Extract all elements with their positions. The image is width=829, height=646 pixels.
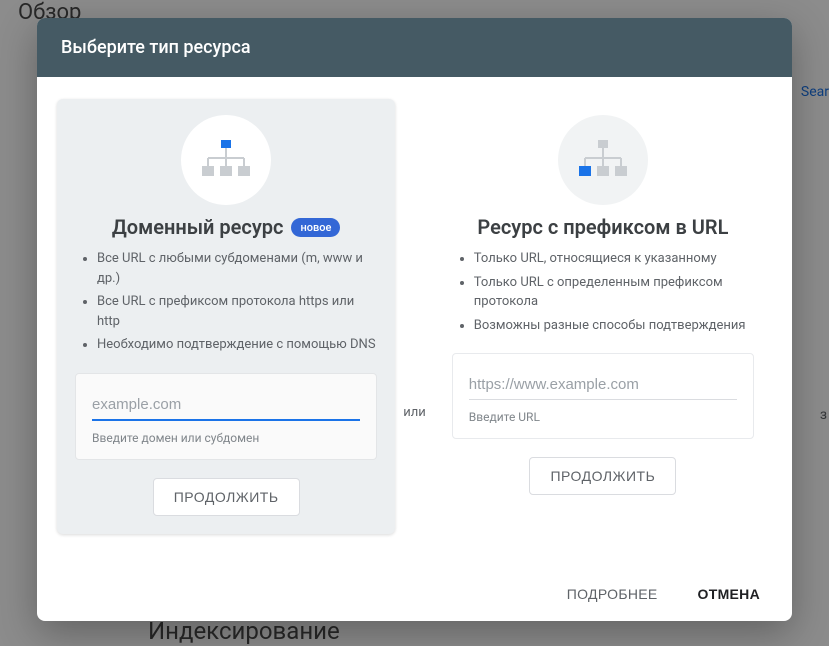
- domain-continue-button[interactable]: ПРОДОЛЖИТЬ: [153, 478, 300, 516]
- list-item: Все URL с любыми субдоменами (m, www и д…: [97, 249, 377, 288]
- url-card-title-row: Ресурс с префиксом в URL: [452, 215, 754, 239]
- domain-card-bullets: Все URL с любыми субдоменами (m, www и д…: [75, 249, 377, 359]
- or-separator: или: [403, 405, 426, 420]
- url-card-title: Ресурс с префиксом в URL: [477, 215, 728, 239]
- list-item: Только URL с определенным префиксом прот…: [474, 273, 754, 312]
- domain-input[interactable]: [92, 392, 360, 421]
- sitemap-icon: [558, 115, 648, 205]
- url-continue-button[interactable]: ПРОДОЛЖИТЬ: [529, 457, 676, 495]
- domain-property-card[interactable]: Доменный ресурс новое Все URL с любыми с…: [57, 99, 395, 534]
- url-prefix-input[interactable]: [469, 372, 737, 400]
- dialog-body: Доменный ресурс новое Все URL с любыми с…: [37, 77, 792, 565]
- sitemap-icon: [181, 115, 271, 205]
- list-item: Только URL, относящиеся к указанному: [474, 249, 754, 269]
- domain-card-title-row: Доменный ресурс новое: [75, 215, 377, 239]
- url-input-container: Введите URL: [452, 353, 754, 439]
- url-card-bullets: Только URL, относящиеся к указанному Тол…: [452, 249, 754, 339]
- list-item: Возможны разные способы подтверждения: [474, 316, 754, 336]
- domain-card-title: Доменный ресурс: [112, 215, 284, 239]
- url-input-help: Введите URL: [469, 410, 737, 424]
- list-item: Необходимо подтверждение с помощью DNS: [97, 335, 377, 355]
- new-badge: новое: [291, 218, 340, 237]
- domain-input-help: Введите домен или субдомен: [92, 431, 360, 445]
- select-resource-type-dialog: Выберите тип ресурса Доменный ресурс: [37, 18, 792, 621]
- learn-more-button[interactable]: ПОДРОБНЕЕ: [561, 585, 664, 603]
- dialog-footer: ПОДРОБНЕЕ ОТМЕНА: [37, 565, 792, 621]
- list-item: Все URL с префиксом протокола https или …: [97, 292, 377, 331]
- dialog-title: Выберите тип ресурса: [37, 18, 792, 77]
- url-prefix-property-card[interactable]: Ресурс с префиксом в URL Только URL, отн…: [434, 99, 772, 513]
- cancel-button[interactable]: ОТМЕНА: [692, 585, 766, 603]
- domain-input-container: Введите домен или субдомен: [75, 373, 377, 460]
